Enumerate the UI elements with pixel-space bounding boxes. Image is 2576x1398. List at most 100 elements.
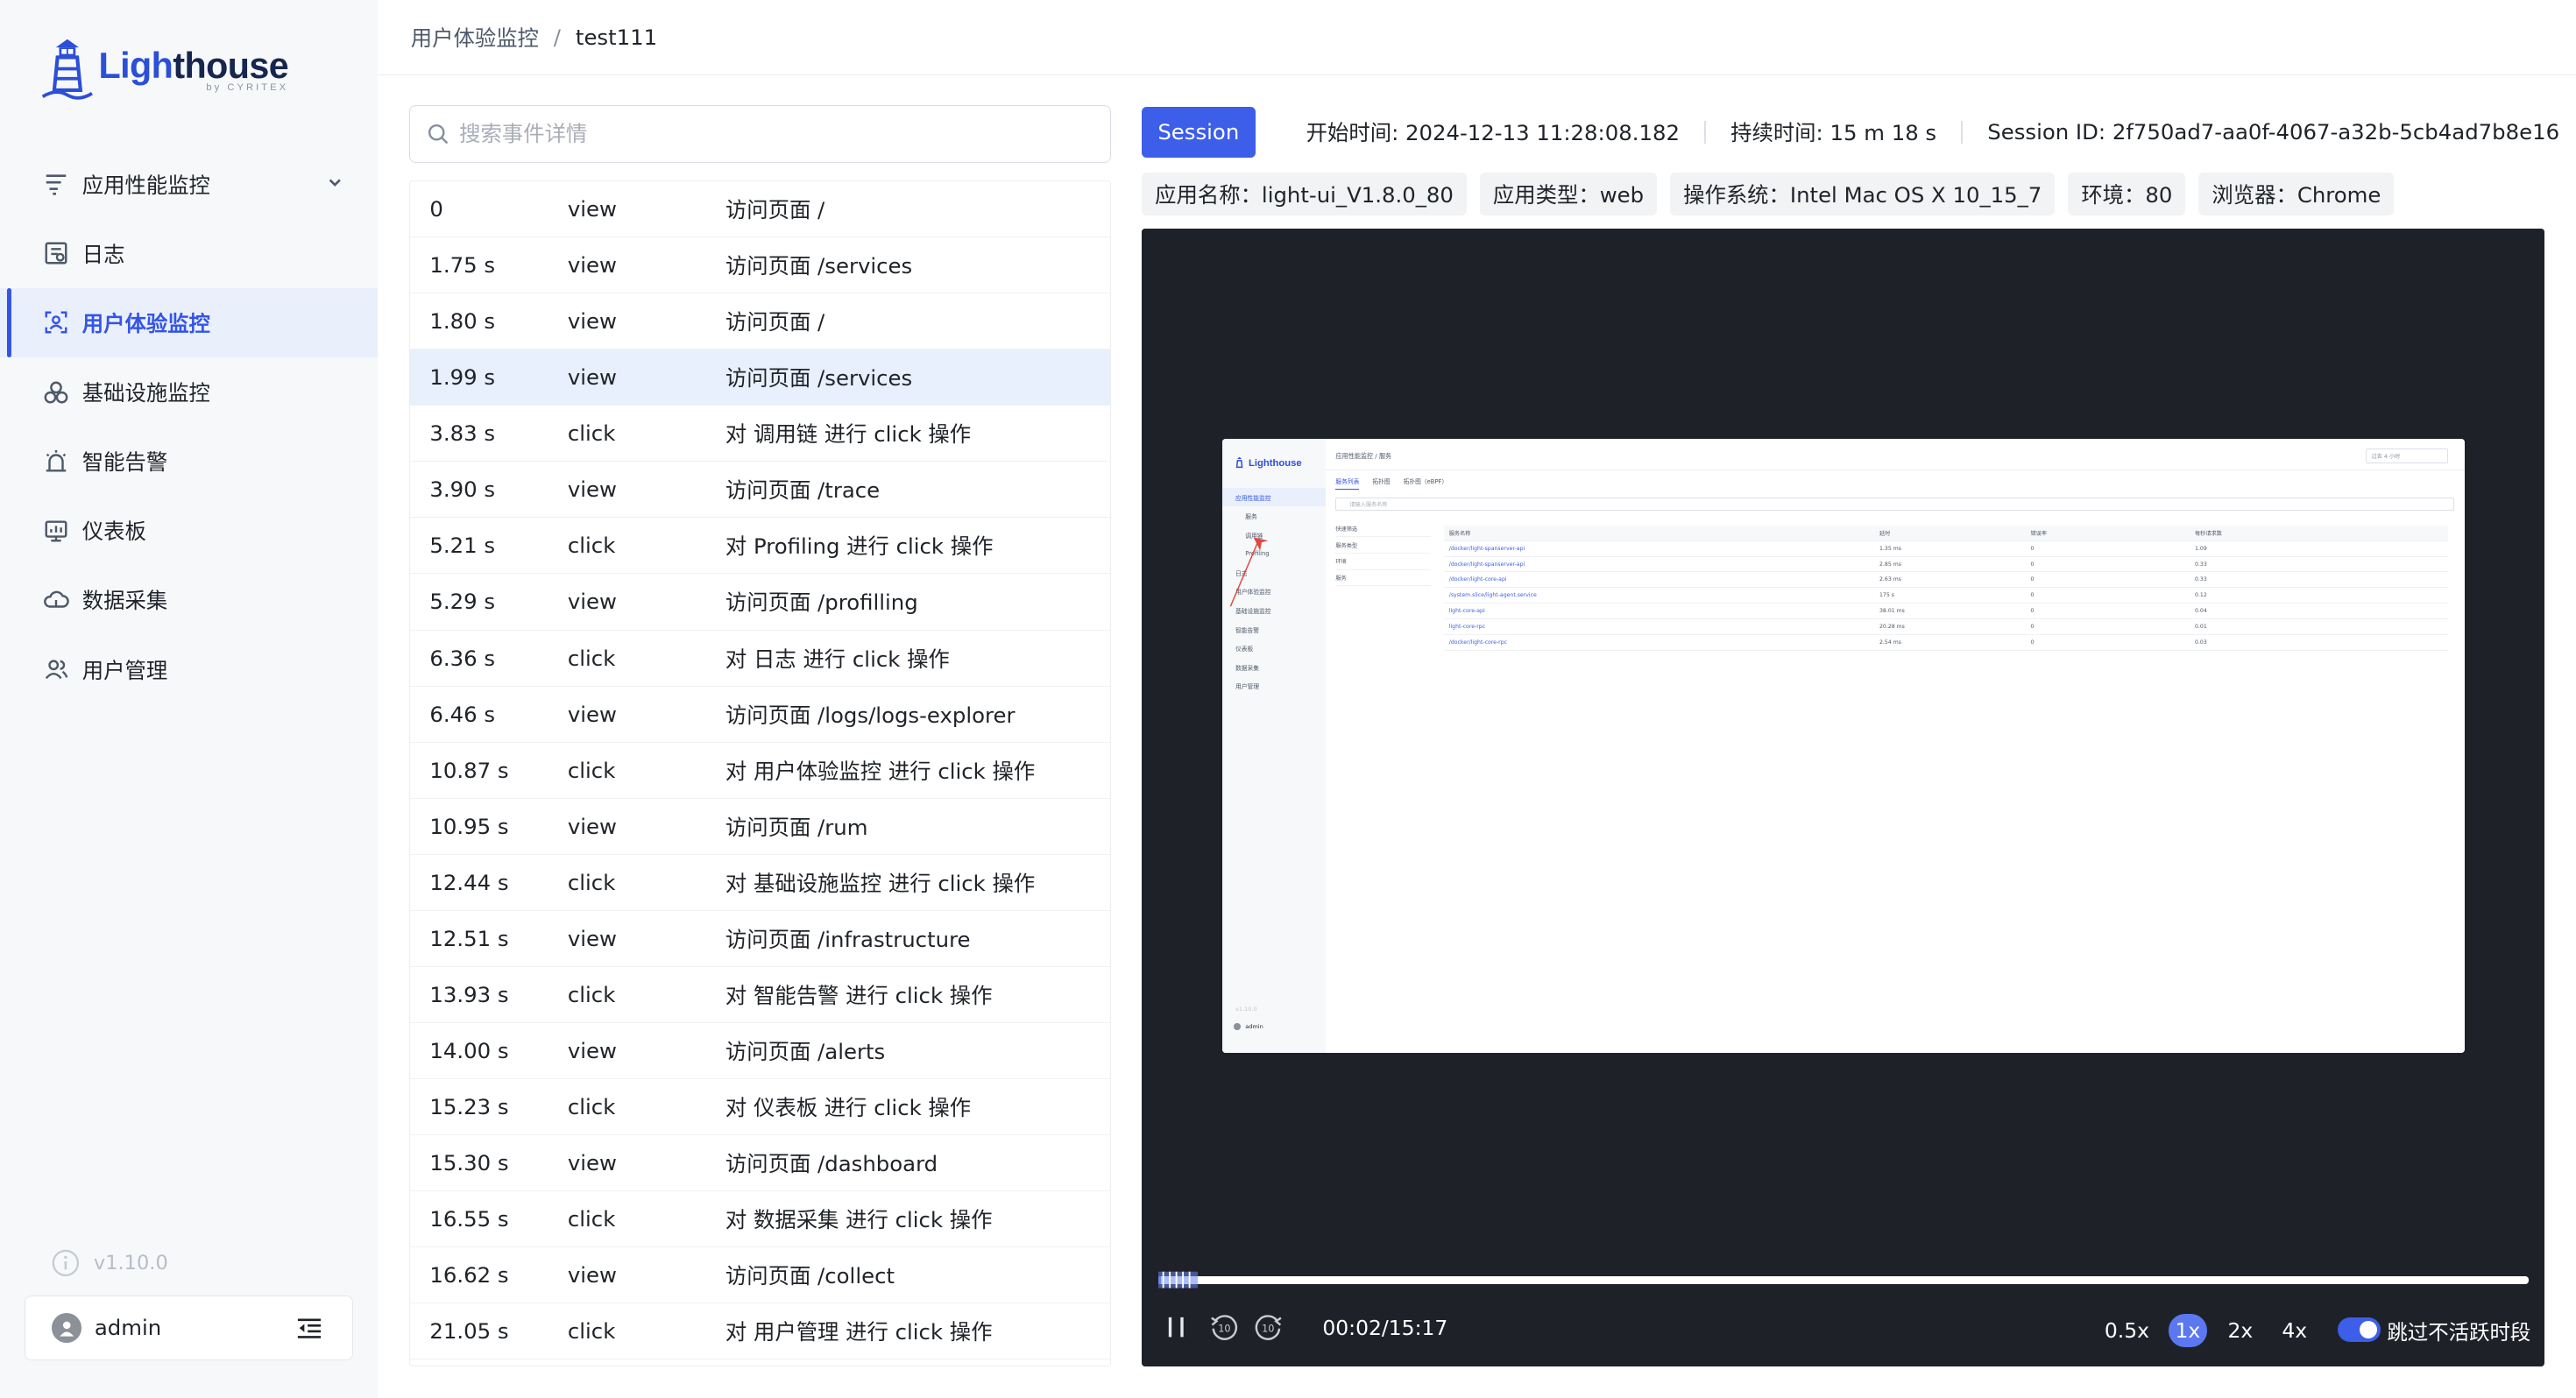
tag-browser: 浏览器：Chrome <box>2198 172 2395 215</box>
event-type: click <box>567 869 616 895</box>
event-time: 13.93 s <box>429 981 509 1007</box>
replay-tab: 拓扑图 <box>1372 477 1391 485</box>
replay-nav-item: 仪表板 <box>1235 646 1254 653</box>
event-row[interactable]: 5.21 s click 对 Profiling 进行 click 操作 <box>409 518 1110 575</box>
event-row[interactable]: 12.51 s view 访问页面 /infrastructure <box>409 911 1110 967</box>
sidebar-item-alerts[interactable]: 智能告警 <box>0 427 378 496</box>
event-type: view <box>567 308 617 335</box>
event-time: 1.80 s <box>429 308 496 335</box>
event-time: 1.75 s <box>429 252 496 279</box>
event-type: view <box>567 364 617 391</box>
divider <box>1704 120 1706 144</box>
breadcrumb-parent[interactable]: 用户体验监控 <box>411 22 539 53</box>
event-desc: 访问页面 /alerts <box>725 1038 886 1064</box>
replay-table-row: /docker/light-spanserver-api 2.85 ms 0 0.33 <box>1444 557 2448 573</box>
replay-table-row: /docker/light-core-rpc 2.54 ms 0 0.03 <box>1444 635 2448 651</box>
replay-table-head-cell: 错误率 <box>2030 530 2048 537</box>
speed-0.5x-button[interactable]: 0.5x <box>2098 1314 2155 1347</box>
sidebar-item-infrastructure[interactable]: 基础设施监控 <box>0 357 378 427</box>
log-icon <box>43 240 69 266</box>
event-row[interactable]: 16.62 s view 访问页面 /collect <box>409 1247 1110 1303</box>
event-time: 0 <box>429 196 443 222</box>
forward-10s-button[interactable]: 10 <box>1254 1312 1284 1342</box>
replay-filter: 快速筛选 服务类型 环境 服务 <box>1335 520 1432 587</box>
event-type: view <box>567 252 617 279</box>
event-row[interactable]: 12.44 s click 对 基础设施监控 进行 click 操作 <box>409 855 1110 911</box>
sidebar-item-label: 应用性能监控 <box>81 172 210 198</box>
event-row[interactable]: 15.23 s click 对 仪表板 进行 click 操作 <box>409 1079 1110 1135</box>
event-desc: 对 调用链 进行 click 操作 <box>725 421 972 448</box>
alert-icon <box>43 448 69 475</box>
event-row[interactable]: 1.75 s view 访问页面 /services <box>409 237 1110 294</box>
event-desc: 对 仪表板 进行 click 操作 <box>725 1094 972 1120</box>
event-row[interactable]: 13.93 s click 对 智能告警 进行 click 操作 <box>409 967 1110 1023</box>
event-type: click <box>567 1205 616 1232</box>
replay-filter-item: 环境 <box>1335 554 1432 570</box>
pause-button[interactable] <box>1166 1316 1186 1338</box>
sidebar-item-collect[interactable]: 数据采集 <box>0 565 378 634</box>
replay-time-range: 过去 4 小时 <box>2366 448 2448 463</box>
event-row[interactable]: 1.80 s view 访问页面 / <box>409 293 1110 350</box>
event-desc: 访问页面 /services <box>725 365 913 392</box>
lighthouse-logo-icon <box>41 39 93 100</box>
event-search[interactable] <box>408 105 1111 163</box>
event-row[interactable]: 1.99 s view 访问页面 /services <box>409 350 1110 406</box>
skip-inactive-label: 跳过不活跃时段 <box>2387 1319 2531 1345</box>
version-label: v1.10.0 <box>93 1251 168 1274</box>
app-logo[interactable]: Lighthouse by CYRITEX <box>39 36 289 102</box>
search-icon <box>428 124 448 144</box>
info-icon <box>52 1249 80 1277</box>
event-row[interactable]: 16.55 s click 对 数据采集 进行 click 操作 <box>409 1191 1110 1247</box>
event-row[interactable]: 0 view 访问页面 / <box>409 181 1110 238</box>
skip-inactive-toggle[interactable] <box>2338 1317 2381 1342</box>
event-row[interactable]: 14.00 s view 访问页面 /alerts <box>409 1023 1110 1079</box>
event-desc: 对 日志 进行 click 操作 <box>725 646 950 672</box>
collapse-sidebar-icon[interactable] <box>296 1317 322 1339</box>
event-row[interactable]: 3.90 s view 访问页面 /trace <box>409 462 1110 519</box>
event-row[interactable]: 10.87 s click 对 用户体验监控 进行 click 操作 <box>409 743 1110 799</box>
version-info: v1.10.0 <box>51 1248 168 1278</box>
event-row[interactable]: 6.36 s click 对 日志 进行 click 操作 <box>409 631 1110 687</box>
sidebar-item-users[interactable]: 用户管理 <box>0 635 378 704</box>
event-row[interactable]: 10.95 s view 访问页面 /rum <box>409 799 1110 855</box>
event-desc: 访问页面 /logs/logs-explorer <box>725 702 1016 728</box>
sidebar-item-rum[interactable]: 用户体验监控 <box>0 287 379 358</box>
event-desc: 对 Profiling 进行 click 操作 <box>725 533 994 560</box>
event-desc: 访问页面 /profilling <box>725 590 918 616</box>
sidebar-item-dashboard[interactable]: 仪表板 <box>0 496 378 565</box>
apm-icon <box>43 171 69 197</box>
playback-progress-bar[interactable] <box>1157 1275 2529 1285</box>
search-input[interactable] <box>459 121 1110 147</box>
sidebar-item-logs[interactable]: 日志 <box>0 219 378 288</box>
replay-table-cell: 1.35 ms <box>1879 545 1901 552</box>
event-time: 16.62 s <box>429 1261 509 1288</box>
replay-nav-item: 应用性能监控 <box>1222 487 1327 507</box>
event-type: click <box>567 645 616 671</box>
speed-2x-button[interactable]: 2x <box>2221 1314 2260 1347</box>
sidebar-item-apm[interactable]: 应用性能监控 <box>0 150 378 219</box>
event-type: click <box>567 757 616 783</box>
sidebar-item-label: 数据采集 <box>81 588 168 614</box>
event-row[interactable]: 3.83 s click 对 调用链 进行 click 操作 <box>409 406 1110 462</box>
svg-text:10: 10 <box>1262 1324 1274 1335</box>
sidebar: Lighthouse by CYRITEX 应用性能监控 日志 用户体验监控 基… <box>0 0 379 1398</box>
event-row[interactable]: 15.30 s view 访问页面 /dashboard <box>409 1135 1110 1191</box>
event-row[interactable]: 21.05 s click 对 用户管理 进行 click 操作 <box>409 1303 1110 1359</box>
sidebar-item-label: 日志 <box>81 241 125 267</box>
speed-4x-button[interactable]: 4x <box>2275 1314 2314 1347</box>
replay-table-cell: /docker/light-spanserver-api <box>1448 545 1525 552</box>
event-desc: 对 用户管理 进行 click 操作 <box>725 1318 993 1345</box>
replay-table-cell: 0.04 <box>2195 607 2207 614</box>
replay-table-cell: 0 <box>2030 607 2035 614</box>
replay-table-cell: 0.33 <box>2195 561 2207 568</box>
event-row[interactable]: 5.29 s view 访问页面 /profilling <box>409 574 1110 631</box>
infrastructure-icon <box>43 379 69 406</box>
event-time: 15.30 s <box>429 1149 509 1176</box>
event-row[interactable]: 6.46 s view 访问页面 /logs/logs-explorer <box>409 687 1110 743</box>
rewind-10s-button[interactable]: 10 <box>1209 1312 1239 1342</box>
replay-table-row: light-core-rpc 20.28 ms 0 0.01 <box>1444 619 2448 635</box>
user-menu[interactable]: admin <box>25 1296 354 1360</box>
event-type: view <box>567 196 617 222</box>
speed-1x-button[interactable]: 1x <box>2169 1314 2207 1347</box>
replay-table-row: /docker/light-spanserver-api 1.35 ms 0 1.09 <box>1444 541 2448 557</box>
